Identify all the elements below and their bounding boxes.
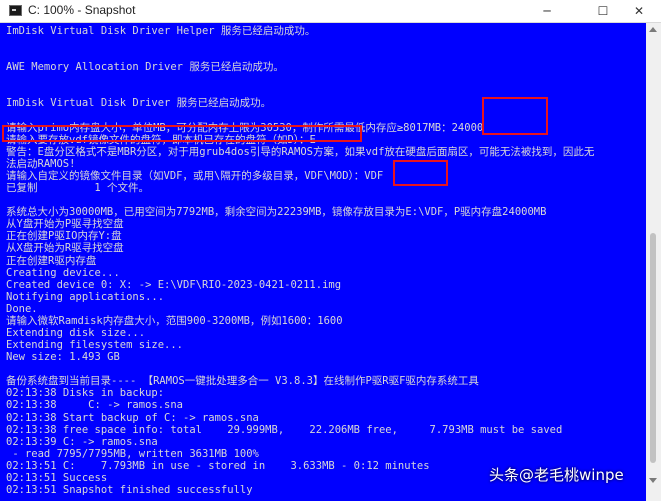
console-line: 系统总大小为30000MB，已用空间为7792MB，剩余空间为22239MB，镜…: [6, 206, 547, 219]
watermark-logo: 头条: [489, 466, 520, 484]
highlight-drive-prompt: [2, 125, 362, 142]
vertical-scrollbar[interactable]: [646, 23, 661, 501]
console-line: 警告：E盘分区格式不是MBR分区，对于用grub4dos引导的RAMOS方案，如…: [6, 145, 595, 158]
console-line: Done.: [6, 302, 38, 315]
console-line: 02:13:38 C: -> ramos.sna: [6, 399, 184, 412]
console-line: 02:13:51 Snapshot finished successfully: [6, 484, 253, 497]
scrollbar-thumb[interactable]: [650, 233, 656, 463]
watermark-handle: @老毛桃winpe: [519, 466, 624, 484]
close-icon[interactable]: ✕: [617, 0, 661, 22]
console-line: 正在创建R驱内存盘: [6, 254, 97, 267]
console-line: 请输入自定义的镜像文件目录（如VDF，或用\隔开的多级目录，VDF\MOD）：V…: [6, 169, 384, 182]
minimize-icon[interactable]: ─: [525, 0, 569, 22]
console-line: ImDisk Virtual Disk Driver Helper 服务已经启动…: [6, 25, 316, 37]
console-line: ImDisk Virtual Disk Driver 服务已经启动成功。: [6, 97, 272, 110]
console-line: Creating device...: [6, 266, 120, 279]
console-line: 02:13:38 Start backup of C: -> ramos.sna: [6, 411, 259, 424]
console-line: 正在创建P驱IO内存Y:盘: [6, 230, 122, 243]
console-line: New size: 1.493 GB: [6, 351, 120, 364]
console-line: Extending filesystem size...: [6, 339, 184, 352]
highlight-image-directory: [393, 160, 448, 186]
console-line: 从Y盘开始为P驱寻找空盘: [6, 218, 124, 231]
console-line: 已复制 1 个文件。: [6, 182, 150, 195]
console-line: 02:13:38 Disks in backup:: [6, 387, 165, 400]
scroll-up-arrow-icon[interactable]: [649, 27, 657, 32]
watermark: 头条@老毛桃winpe: [489, 464, 624, 485]
console-line: 02:13:38 free space info: total 29.999MB…: [6, 423, 563, 436]
window-title: C: 100% - Snapshot: [28, 3, 136, 17]
console-line: 02:13:51 Success: [6, 471, 108, 484]
window-titlebar: C: 100% - Snapshot ─ ☐ ✕: [0, 0, 661, 23]
console-line: 请输入微软Ramdisk内存盘大小，范围900-3200MB，例如1600：16…: [6, 314, 343, 327]
console-icon: [9, 5, 22, 16]
console-line: Notifying applications...: [6, 290, 165, 303]
console-line: Extending disk size...: [6, 327, 146, 339]
console-line: AWE Memory Allocation Driver 服务已经启动成功。: [6, 61, 284, 74]
highlight-memory-size: [482, 97, 548, 135]
console-line: Created device 0: X: -> E:\VDF\RIO-2023-…: [6, 278, 342, 291]
console-line: - read 7795/7795MB, written 3631MB 100%: [6, 447, 259, 460]
console-line: 02:13:39 C: -> ramos.sna: [6, 435, 158, 448]
console-output[interactable]: ImDisk Virtual Disk Driver Helper 服务已经启动…: [0, 23, 646, 501]
console-line: 法启动RAMOS!: [6, 157, 76, 170]
console-line: 02:13:51 C: 7.793MB in use - stored in 3…: [6, 459, 430, 472]
scroll-down-arrow-icon[interactable]: [649, 478, 657, 483]
console-line: 从X盘开始为R驱寻找空盘: [6, 242, 124, 255]
console-line: 备份系统盘到当前目录---- 【RAMOS一键批处理多合一 V3.8.3】在线制…: [6, 375, 479, 388]
